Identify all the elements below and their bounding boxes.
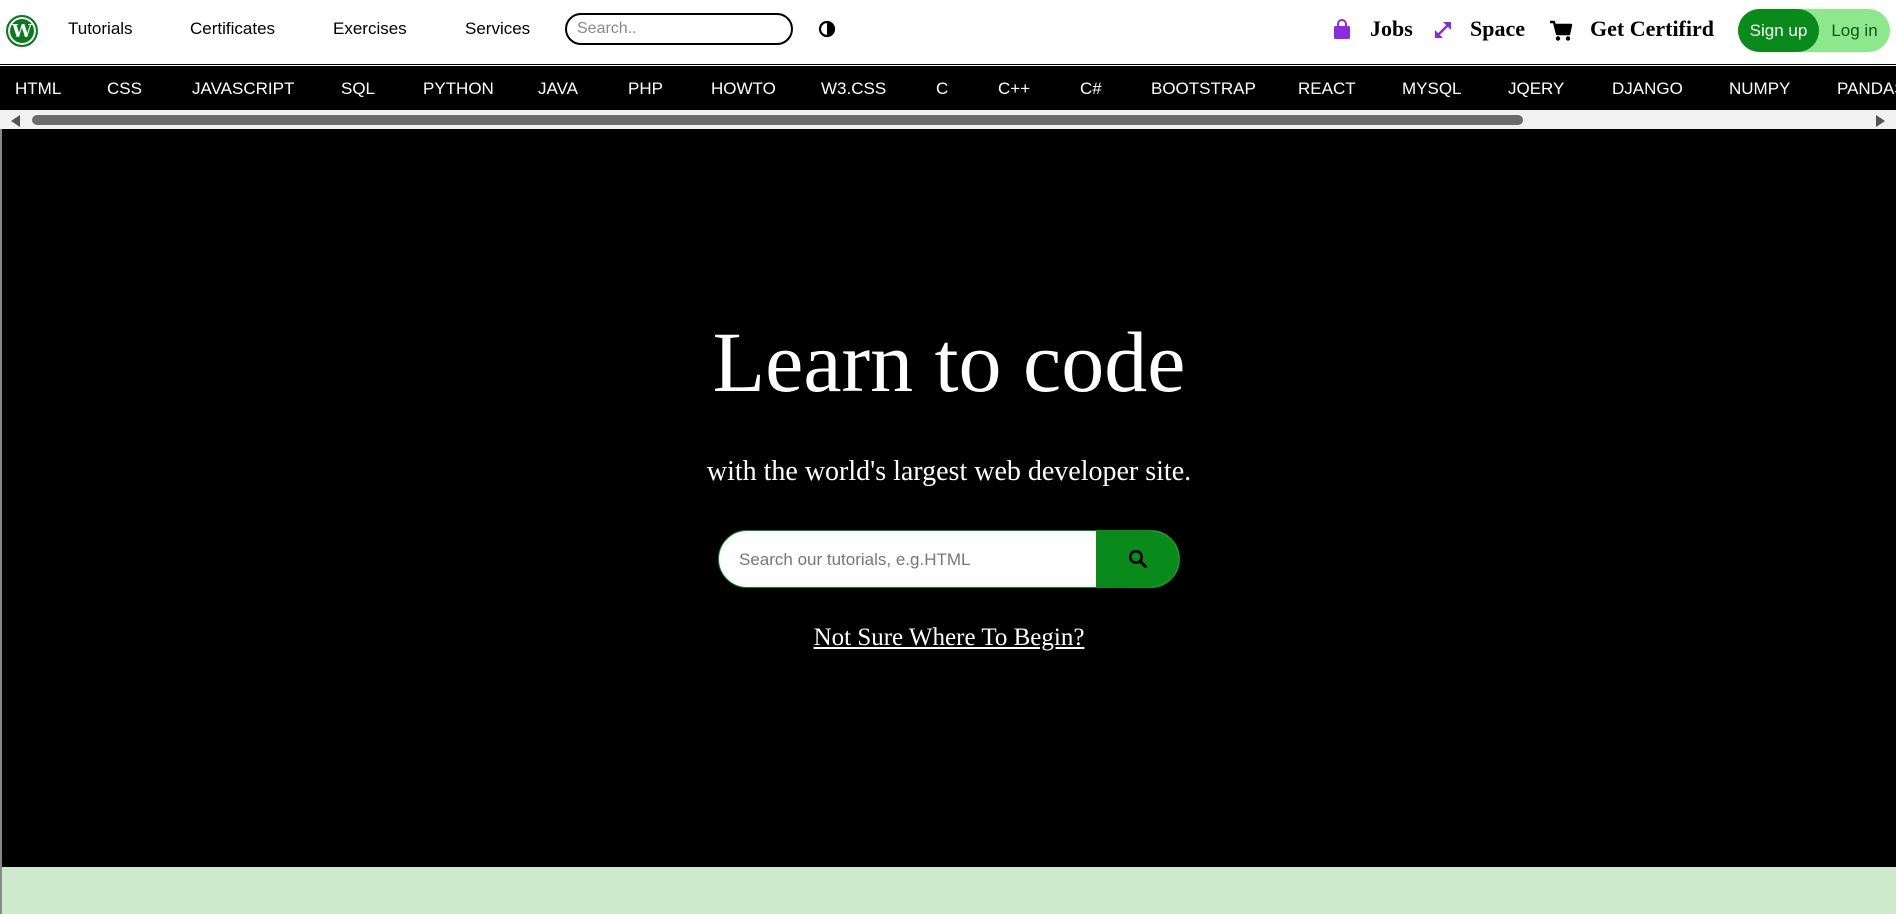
nav-link-tutorials[interactable]: Tutorials [68, 19, 133, 39]
language-bar-scrollbar[interactable] [0, 110, 1896, 129]
top-search-box [565, 13, 793, 45]
not-sure-where-to-begin-link[interactable]: Not Sure Where To Begin? [2, 624, 1896, 652]
lang-link-mysql[interactable]: MYSQL [1402, 79, 1462, 99]
hero-title: Learn to code [712, 314, 1186, 410]
lang-link-jqery[interactable]: JQERY [1508, 79, 1564, 99]
nav-link-services[interactable]: Services [465, 19, 530, 39]
hero-search-button[interactable] [1096, 531, 1179, 587]
lang-link-php[interactable]: PHP [628, 79, 663, 99]
lang-link-react[interactable]: REACT [1298, 79, 1356, 99]
lang-link-html[interactable]: HTML [15, 79, 61, 99]
wordpress-logo-icon[interactable]: W [6, 15, 38, 47]
hero-search-box [718, 530, 1180, 588]
lang-link-csharp[interactable]: C# [1080, 79, 1102, 99]
lang-link-java[interactable]: JAVA [538, 79, 578, 99]
green-section-band [2, 867, 1896, 914]
nav-link-exercises[interactable]: Exercises [333, 19, 407, 39]
search-icon [1128, 549, 1147, 568]
lang-link-numpy[interactable]: NUMPY [1729, 79, 1790, 99]
hero-search-input[interactable] [737, 531, 1091, 587]
jobs-link[interactable]: Jobs [1370, 16, 1413, 42]
hero-section: Learn to code with the world's largest w… [2, 129, 1896, 867]
cart-icon[interactable] [1549, 20, 1573, 42]
lang-link-howto[interactable]: HOWTO [711, 79, 776, 99]
sign-up-button[interactable]: Sign up [1738, 9, 1819, 52]
lang-link-django[interactable]: DJANGO [1612, 79, 1683, 99]
scroll-left-arrow-icon[interactable] [11, 115, 20, 127]
resize-arrows-icon[interactable] [1433, 20, 1453, 40]
scroll-right-arrow-icon[interactable] [1876, 115, 1885, 127]
top-navigation: W Tutorials Certificates Exercises Servi… [0, 0, 1896, 65]
shopping-bag-icon[interactable] [1332, 19, 1352, 40]
top-search-input[interactable] [575, 19, 786, 39]
log-in-button[interactable]: Log in [1819, 9, 1890, 52]
contrast-icon[interactable] [818, 20, 836, 38]
lang-link-cpp[interactable]: C++ [998, 79, 1030, 99]
lang-link-sql[interactable]: SQL [341, 79, 375, 99]
language-bar: HTML CSS JAVASCRIPT SQL PYTHON JAVA PHP … [0, 66, 1896, 110]
nav-link-certificates[interactable]: Certificates [190, 19, 275, 39]
hero-subtitle: with the world's largest web developer s… [706, 456, 1192, 487]
get-certified-link[interactable]: Get Certifird [1590, 16, 1714, 42]
lang-link-javascript[interactable]: JAVASCRIPT [192, 79, 294, 99]
space-link[interactable]: Space [1470, 16, 1525, 42]
lang-link-python[interactable]: PYTHON [423, 79, 494, 99]
lang-link-bootstrap[interactable]: BOOTSTRAP [1151, 79, 1256, 99]
lang-link-css[interactable]: CSS [107, 79, 142, 99]
scrollbar-thumb[interactable] [32, 115, 1523, 125]
lang-link-pandas[interactable]: PANDAS [1837, 79, 1896, 99]
auth-buttons: Sign up Log in [1738, 9, 1890, 52]
lang-link-c[interactable]: C [936, 79, 948, 99]
lang-link-w3css[interactable]: W3.CSS [821, 79, 886, 99]
